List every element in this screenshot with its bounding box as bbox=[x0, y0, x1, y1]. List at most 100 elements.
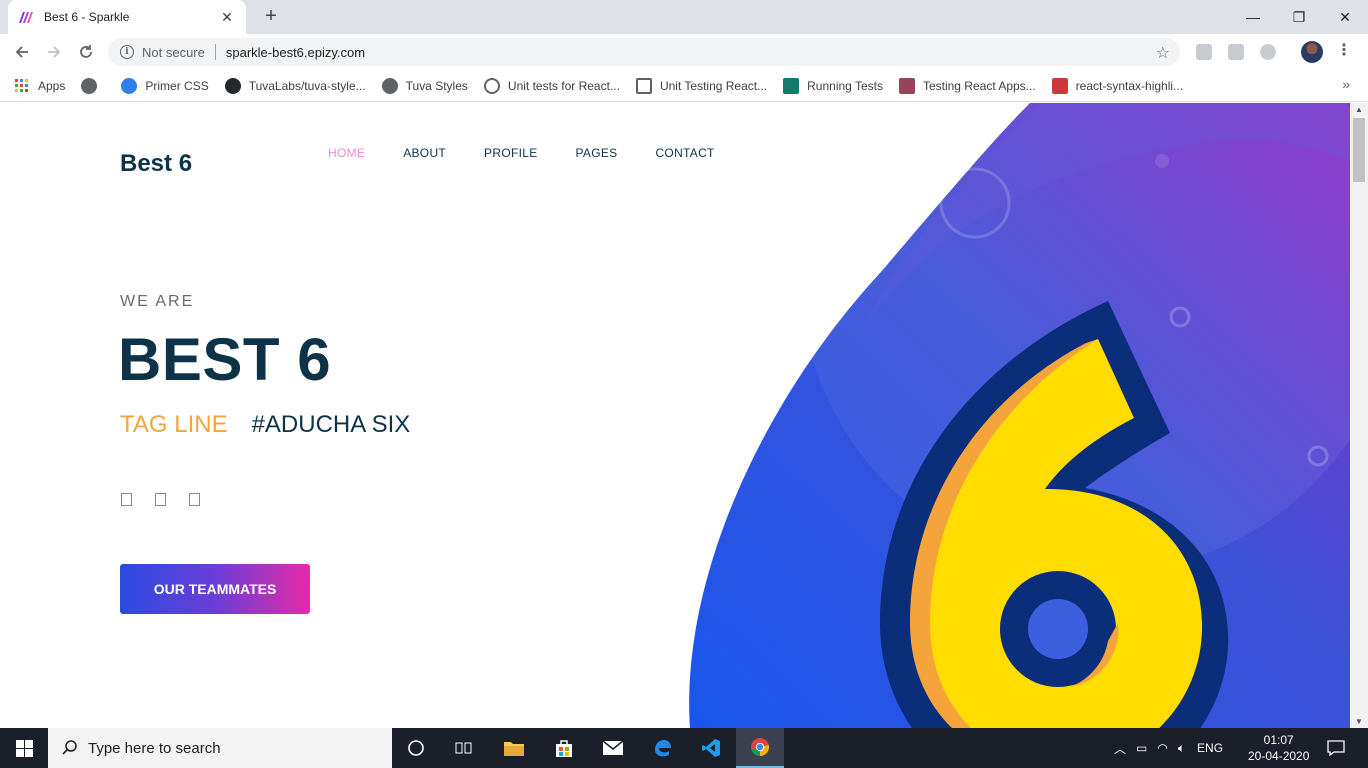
bookmark-tuva-styles[interactable]: Tuva Styles bbox=[381, 77, 468, 94]
extension-icon[interactable] bbox=[1260, 44, 1276, 60]
nav-profile[interactable]: PROFILE bbox=[484, 146, 537, 160]
sparkle-logo-icon bbox=[19, 12, 33, 23]
url-text[interactable]: sparkle-best6.epizy.com bbox=[226, 45, 365, 60]
windows-taskbar: Type here to search ︿ ▭ ◠ 🔈︎ ENG 01:07 2… bbox=[0, 728, 1368, 768]
social-icon-placeholder[interactable] bbox=[155, 493, 166, 506]
menu-kebab-icon[interactable]: ⋮ bbox=[1336, 40, 1352, 60]
tab-title: Best 6 - Sparkle bbox=[44, 10, 130, 24]
window-controls: — ❐ ✕ bbox=[1230, 0, 1368, 34]
nav-contact[interactable]: CONTACT bbox=[655, 146, 714, 160]
npm-icon bbox=[1051, 77, 1068, 94]
scroll-down-arrow-icon[interactable]: ▼ bbox=[1355, 717, 1363, 726]
tab-strip: Best 6 - Sparkle ✕ + — ❐ ✕ bbox=[0, 0, 1368, 34]
clock-date: 20-04-2020 bbox=[1248, 749, 1310, 763]
bookmark-running-tests[interactable]: Running Tests bbox=[783, 77, 883, 94]
bookmark-tuvalabs[interactable]: TuvaLabs/tuva-style... bbox=[224, 77, 366, 94]
bookmark-react-syntax[interactable]: react-syntax-highli... bbox=[1051, 77, 1183, 94]
primer-icon bbox=[121, 77, 138, 94]
address-bar[interactable]: i Not secure sparkle-best6.epizy.com ☆ bbox=[108, 38, 1180, 66]
bookmark-label: Running Tests bbox=[807, 78, 883, 93]
bookmarks-overflow-icon[interactable]: » bbox=[1342, 76, 1350, 92]
bookmark-unit-tests[interactable]: Unit tests for React... bbox=[483, 77, 620, 94]
bookmark-label: Unit Testing React... bbox=[659, 78, 768, 93]
react-icon bbox=[783, 77, 800, 94]
info-icon[interactable]: i bbox=[120, 45, 134, 59]
bookmark-label: Testing React Apps... bbox=[922, 78, 1036, 93]
web-icon bbox=[483, 77, 500, 94]
forward-arrow-icon[interactable] bbox=[42, 40, 66, 64]
bookmarks-bar: Apps Primer CSS TuvaLabs/tuva-style... T… bbox=[0, 70, 1368, 102]
wifi-icon[interactable]: ◠ bbox=[1157, 741, 1167, 755]
bookmark-label: Tuva Styles bbox=[405, 78, 468, 93]
bookmark-globe[interactable] bbox=[81, 77, 105, 94]
tagline-text: TAG LINE bbox=[120, 411, 228, 438]
our-teammates-button[interactable]: OUR TEAMMATES bbox=[120, 564, 310, 614]
extension-icon[interactable] bbox=[1196, 44, 1212, 60]
file-explorer-icon[interactable] bbox=[490, 728, 538, 768]
github-icon bbox=[224, 77, 241, 94]
scroll-thumb[interactable] bbox=[1353, 118, 1365, 182]
page-scrollbar[interactable]: ▲ ▼ bbox=[1350, 103, 1368, 728]
vscode-icon[interactable] bbox=[687, 728, 735, 768]
brand-logo[interactable]: Best 6 bbox=[120, 150, 192, 178]
new-tab-button[interactable]: + bbox=[260, 5, 282, 27]
bookmark-label: Primer CSS bbox=[145, 78, 209, 93]
bookmark-unit-testing[interactable]: Unit Testing React... bbox=[635, 77, 768, 94]
edge-icon[interactable] bbox=[638, 728, 686, 768]
clock-time: 01:07 bbox=[1263, 733, 1294, 747]
globe-icon bbox=[81, 77, 98, 94]
jest-icon bbox=[898, 77, 915, 94]
nav-pages[interactable]: PAGES bbox=[576, 146, 618, 160]
minimize-button[interactable]: — bbox=[1230, 0, 1276, 34]
search-placeholder: Type here to search bbox=[88, 739, 221, 757]
close-window-button[interactable]: ✕ bbox=[1322, 0, 1368, 34]
restore-button[interactable]: ❐ bbox=[1276, 0, 1322, 34]
extension-icon[interactable] bbox=[1228, 44, 1244, 60]
apps-grid-icon bbox=[15, 78, 28, 92]
social-icon-placeholder[interactable] bbox=[189, 493, 200, 506]
back-arrow-icon[interactable] bbox=[10, 40, 34, 64]
hero-eyebrow: WE ARE bbox=[120, 293, 195, 310]
cortana-icon[interactable] bbox=[392, 728, 440, 768]
windows-logo-icon bbox=[15, 739, 33, 757]
main-nav: HOME ABOUT PROFILE PAGES CONTACT bbox=[328, 146, 753, 160]
security-label: Not secure bbox=[142, 44, 205, 60]
clock[interactable]: 01:07 20-04-2020 bbox=[1248, 732, 1309, 764]
task-view-icon[interactable] bbox=[440, 728, 488, 768]
notifications-icon[interactable] bbox=[1312, 728, 1360, 768]
browser-tab[interactable]: Best 6 - Sparkle ✕ bbox=[8, 0, 246, 34]
system-tray: ︿ ▭ ◠ 🔈︎ ENG bbox=[1114, 728, 1223, 768]
taskbar-search[interactable]: Type here to search bbox=[48, 728, 392, 768]
scroll-up-arrow-icon[interactable]: ▲ bbox=[1355, 105, 1363, 114]
social-links bbox=[121, 493, 223, 506]
search-icon bbox=[62, 740, 77, 755]
store-icon[interactable] bbox=[540, 728, 588, 768]
social-icon-placeholder[interactable] bbox=[121, 493, 132, 506]
tab-close-icon[interactable]: ✕ bbox=[218, 9, 236, 26]
web-page: Best 6 HOME ABOUT PROFILE PAGES CONTACT … bbox=[0, 103, 1350, 728]
start-button[interactable] bbox=[0, 728, 48, 768]
globe-icon bbox=[381, 77, 398, 94]
language-indicator[interactable]: ENG bbox=[1197, 741, 1223, 755]
bookmark-label: TuvaLabs/tuva-style... bbox=[248, 78, 366, 93]
hero-tagline: TAG LINE #ADUCHA SIX bbox=[120, 411, 410, 439]
bookmark-label: Unit tests for React... bbox=[507, 78, 620, 93]
reload-icon[interactable] bbox=[74, 40, 98, 64]
nav-about[interactable]: ABOUT bbox=[403, 146, 446, 160]
bookmark-primer-css[interactable]: Primer CSS bbox=[121, 77, 209, 94]
battery-icon[interactable]: ▭ bbox=[1136, 741, 1147, 755]
chrome-taskbar-icon[interactable] bbox=[736, 728, 784, 768]
url-divider bbox=[214, 44, 216, 60]
bookmark-testing-react[interactable]: Testing React Apps... bbox=[898, 77, 1036, 94]
profile-avatar[interactable] bbox=[1301, 41, 1323, 63]
slides-icon bbox=[635, 77, 652, 94]
nav-home[interactable]: HOME bbox=[328, 146, 365, 160]
show-hidden-icons-icon[interactable]: ︿ bbox=[1114, 740, 1126, 757]
bookmark-label: Apps bbox=[38, 78, 66, 93]
bookmark-star-icon[interactable]: ☆ bbox=[1156, 43, 1170, 63]
browser-toolbar: i Not secure sparkle-best6.epizy.com ☆ bbox=[0, 34, 1368, 70]
volume-icon[interactable]: 🔈︎ bbox=[1178, 741, 1185, 756]
bookmark-apps[interactable]: Apps bbox=[14, 78, 65, 94]
mail-icon[interactable] bbox=[589, 728, 637, 768]
hashtag-text: #ADUCHA SIX bbox=[251, 411, 411, 438]
